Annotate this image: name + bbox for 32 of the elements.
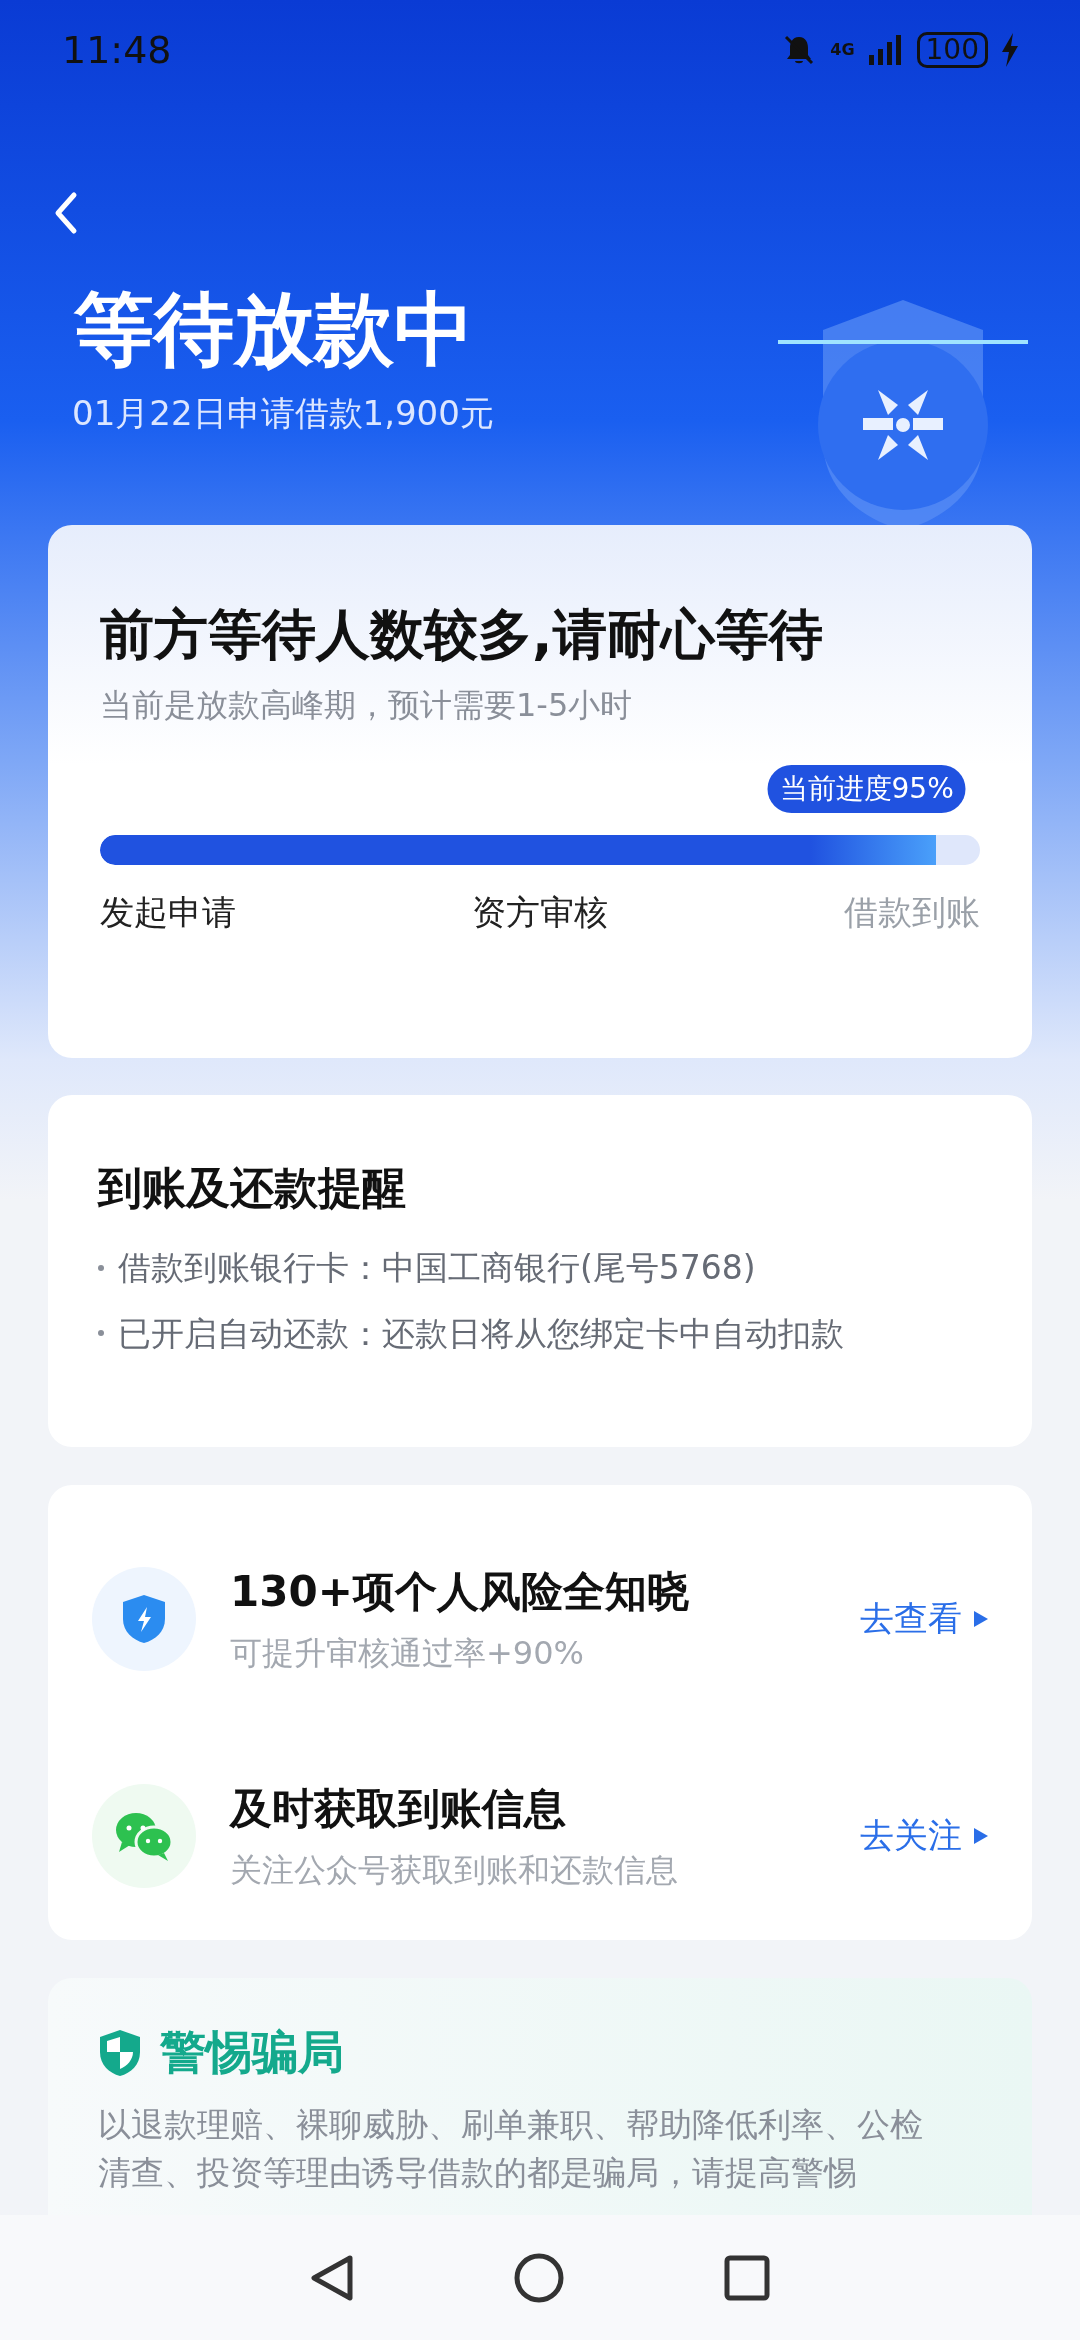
step-label: 发起申请: [100, 891, 236, 934]
step-label: 借款到账: [844, 891, 980, 934]
card-subtitle: 当前是放款高峰期，预计需要1-5小时: [100, 685, 634, 726]
bullet-icon: [98, 1264, 104, 1271]
warning-title: 警惕骗局: [160, 2024, 344, 2081]
triangle-right-icon: [974, 1610, 988, 1627]
signal-icon: [868, 35, 903, 65]
application-summary: 01月22日申请借款1,900元: [72, 392, 495, 435]
recents-nav-icon[interactable]: [724, 2254, 770, 2301]
reminder-text: 已开启自动还款：还款日将从您绑定卡中自动扣款: [118, 1312, 844, 1355]
triangle-right-icon: [974, 1827, 988, 1844]
back-nav-icon[interactable]: [310, 2253, 354, 2302]
battery-indicator: 100: [916, 32, 988, 68]
home-nav-icon[interactable]: [514, 2252, 564, 2303]
page-title: 等待放款中: [74, 282, 475, 378]
progress-badge: 当前进度95%: [767, 765, 966, 813]
warning-text: 以退款理赔、裸聊威胁、刷单兼职、帮助降低利率、公检清查、投资等理由诱导借款的都是骗局，请提高警惕: [98, 2104, 924, 2194]
service-subtitle: 关注公众号获取到账和还款信息: [230, 1850, 679, 1891]
network-type: 4G: [830, 42, 855, 58]
action-link[interactable]: 去关注: [860, 1810, 988, 1861]
service-subtitle: 可提升审核通过率+90%: [230, 1633, 585, 1674]
action-link[interactable]: 去查看: [860, 1593, 988, 1644]
bullet-icon: [98, 1330, 104, 1337]
charging-icon: [1002, 33, 1018, 67]
clock: 11:48: [62, 26, 172, 74]
shield-icon: [98, 2027, 142, 2078]
service-title: 130+项个人风险全知晓: [230, 1566, 690, 1618]
step-label: 资方审核: [472, 891, 608, 934]
service-title: 及时获取到账信息: [230, 1783, 567, 1835]
card-title: 前方等待人数较多,请耐心等待: [100, 603, 824, 667]
card-title: 到账及还款提醒: [98, 1161, 407, 1215]
reminder-text: 借款到账银行卡：中国工商银行(尾号5768): [118, 1247, 756, 1289]
